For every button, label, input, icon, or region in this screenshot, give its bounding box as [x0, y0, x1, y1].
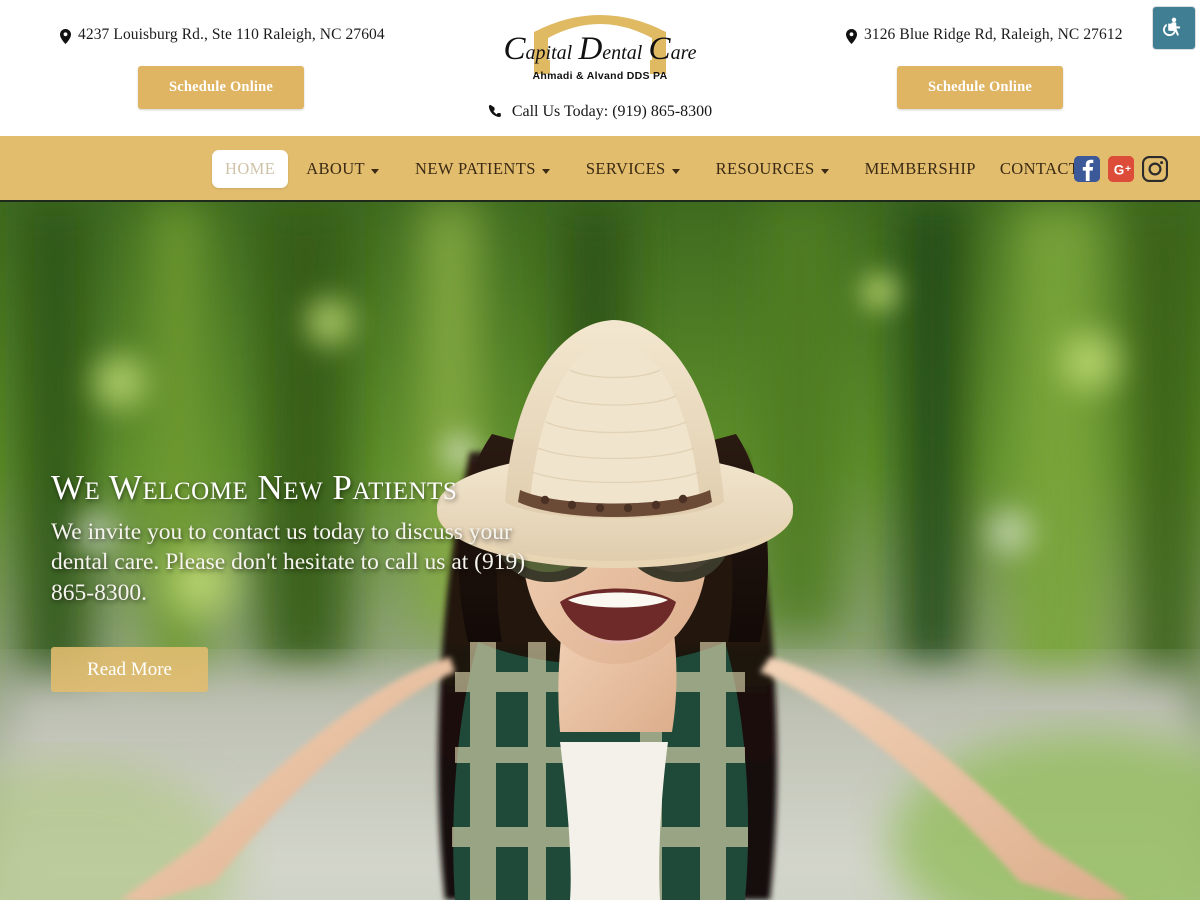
nav-item-new-patients-label: NEW PATIENTS — [415, 159, 536, 178]
address-left: 4237 Louisburg Rd., Ste 110 Raleigh, NC … — [60, 26, 385, 44]
social-links: G + — [1074, 136, 1168, 202]
nav-item-resources[interactable]: RESOURCES — [698, 136, 847, 202]
nav-items: HOME ABOUT NEW PATIENTS SERVICES RESOURC… — [212, 136, 1111, 202]
facebook-icon[interactable] — [1074, 156, 1100, 182]
nav-item-contact-label: CONTACT — [999, 159, 1080, 178]
svg-text:Capital Dental: Capital Dental Care — [504, 31, 697, 67]
nav-item-services-label: SERVICES — [585, 159, 666, 178]
main-navigation: HOME ABOUT NEW PATIENTS SERVICES RESOURC… — [0, 136, 1200, 202]
svg-text:G: G — [1114, 163, 1125, 178]
nav-item-services[interactable]: SERVICES — [568, 136, 698, 202]
accessibility-widget-button[interactable] — [1152, 6, 1196, 50]
phone-icon — [488, 104, 501, 117]
chevron-down-icon — [371, 168, 380, 174]
nav-item-membership[interactable]: MEMBERSHIP — [847, 136, 994, 202]
nav-item-home-label: HOME — [225, 159, 276, 178]
map-pin-icon — [846, 28, 857, 44]
address-right-text: 3126 Blue Ridge Rd, Raleigh, NC 27612 — [864, 26, 1123, 43]
hero-heading: We Welcome New Patients — [51, 468, 458, 507]
site-header: 4237 Louisburg Rd., Ste 110 Raleigh, NC … — [0, 0, 1200, 136]
read-more-button[interactable]: Read More — [51, 647, 208, 693]
address-right: 3126 Blue Ridge Rd, Raleigh, NC 27612 — [846, 26, 1123, 44]
call-us-text: Call Us Today: (919) 865-8300 — [511, 103, 713, 120]
chevron-down-icon — [671, 168, 680, 174]
logo-graphic: Capital Dental Care — [504, 15, 697, 74]
chevron-down-icon — [541, 168, 550, 174]
call-us-line[interactable]: Call Us Today: (919) 865-8300 — [0, 103, 1200, 121]
svg-text:+: + — [1125, 164, 1131, 175]
hero-content: We Welcome New Patients We invite you to… — [51, 468, 571, 693]
hero-paragraph: We invite you to contact us today to dis… — [51, 518, 526, 606]
chevron-down-icon — [820, 168, 829, 174]
nav-item-home[interactable]: HOME — [212, 150, 289, 188]
hero-banner: We Welcome New Patients We invite you to… — [0, 202, 1200, 900]
instagram-icon[interactable] — [1142, 156, 1168, 182]
nav-item-membership-label: MEMBERSHIP — [864, 159, 976, 178]
address-left-text: 4237 Louisburg Rd., Ste 110 Raleigh, NC … — [78, 26, 385, 43]
nav-item-about[interactable]: ABOUT — [288, 136, 397, 202]
map-pin-icon — [60, 28, 71, 44]
logo-tagline: Ahmadi & Alvand DDS PA — [532, 70, 668, 82]
nav-item-new-patients[interactable]: NEW PATIENTS — [397, 136, 568, 202]
site-logo[interactable]: Capital Dental Care Ahmadi & Alvand DDS … — [500, 4, 700, 82]
nav-item-about-label: ABOUT — [306, 159, 366, 178]
google-plus-icon[interactable]: G + — [1108, 156, 1134, 182]
nav-item-resources-label: RESOURCES — [715, 159, 815, 178]
wheelchair-icon — [1163, 17, 1181, 37]
